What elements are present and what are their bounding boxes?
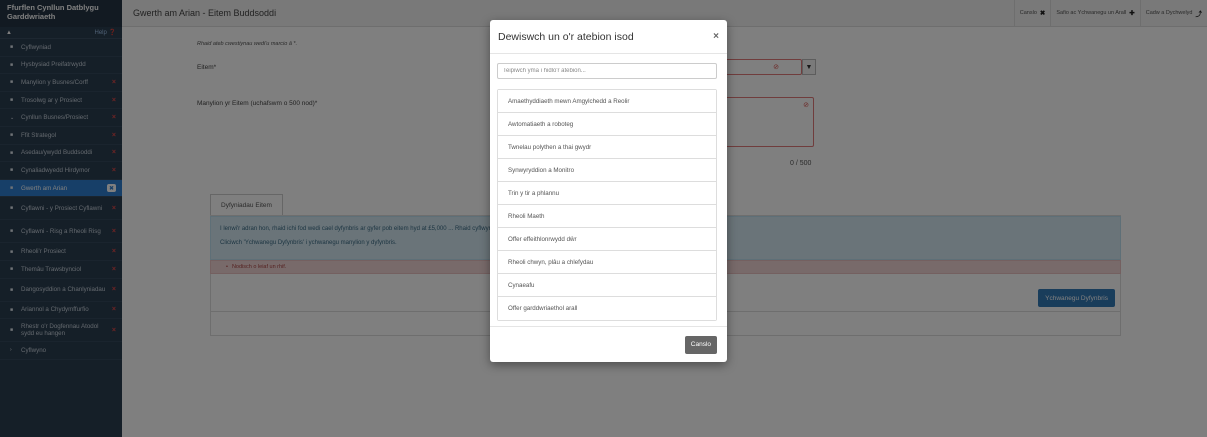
option-item[interactable]: Amaethyddiaeth mewn Amgylchedd a Reolir <box>498 90 716 113</box>
modal-footer: Canslo <box>490 326 727 362</box>
option-item[interactable]: Offer garddwriaethol arall <box>498 297 716 320</box>
option-item[interactable]: Rheoli chwyn, plâu a chlefydau <box>498 251 716 274</box>
option-item[interactable]: Awtomatiaeth a roboteg <box>498 113 716 136</box>
close-icon[interactable]: × <box>713 31 719 42</box>
modal-cancel-button[interactable]: Canslo <box>684 335 717 354</box>
option-item[interactable]: Offer effeithlonrwydd dŵr <box>498 228 716 251</box>
option-item[interactable]: Synwyryddion a Monitro <box>498 159 716 182</box>
modal-body: Amaethyddiaeth mewn Amgylchedd a ReolirA… <box>490 54 727 321</box>
option-item[interactable]: Rheoli Maeth <box>498 205 716 228</box>
option-item[interactable]: Trin y tir a phlannu <box>498 182 716 205</box>
modal-title: Dewiswch un o'r atebion isod <box>498 30 634 43</box>
filter-input[interactable] <box>497 63 717 79</box>
option-item[interactable]: Twnelau polythen a thai gwydr <box>498 136 716 159</box>
modal-header: Dewiswch un o'r atebion isod × <box>490 20 727 54</box>
options-list: Amaethyddiaeth mewn Amgylchedd a Reolir A… <box>497 89 717 321</box>
option-item[interactable]: Cynaeafu <box>498 274 716 297</box>
choice-modal: Dewiswch un o'r atebion isod × Amaethydd… <box>490 20 727 362</box>
